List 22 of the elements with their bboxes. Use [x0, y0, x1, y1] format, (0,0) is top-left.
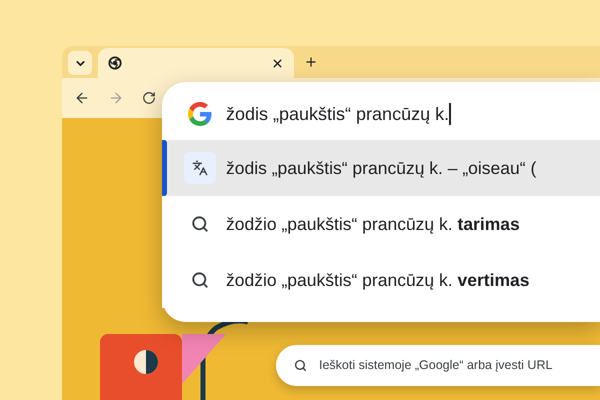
suggestion-text: žodžio „paukštis“ prancūzų k. vertimas	[226, 268, 530, 292]
search-placeholder: Ieškoti sistemoje „Google“ arba įvesti URL	[319, 357, 552, 374]
suggestion-item[interactable]: žodžio „paukštis“ prancūzų k. tarimas	[162, 196, 600, 252]
search-icon	[294, 359, 307, 372]
reload-icon[interactable]	[142, 91, 156, 105]
google-logo-icon	[188, 102, 212, 126]
suggestion-text: žodis „paukštis“ prancūzų k. – „oiseau“ (	[226, 156, 536, 180]
search-icon	[191, 215, 209, 233]
browser-logo-icon	[108, 56, 122, 70]
back-icon[interactable]	[74, 90, 90, 106]
search-icon	[191, 271, 209, 289]
suggestion-item[interactable]: žodis „paukštis“ prancūzų k. – „oiseau“ (	[162, 140, 600, 196]
suggestion-item[interactable]: žodžio „paukštis“ prancūzų k. vertimas	[162, 252, 600, 308]
omnibox-input[interactable]: žodis „paukštis“ prancūzų k.	[226, 100, 450, 128]
new-tab-icon[interactable]	[304, 55, 318, 69]
tab-list-button[interactable]	[68, 51, 92, 75]
selection-indicator	[162, 140, 167, 196]
translate-icon	[184, 152, 216, 184]
close-icon[interactable]	[271, 56, 284, 70]
search-field[interactable]: Ieškoti sistemoje „Google“ arba įvesti URL	[276, 345, 600, 386]
suggestion-text: žodžio „paukštis“ prancūzų k. tarimas	[226, 212, 520, 236]
text-cursor	[449, 103, 451, 125]
